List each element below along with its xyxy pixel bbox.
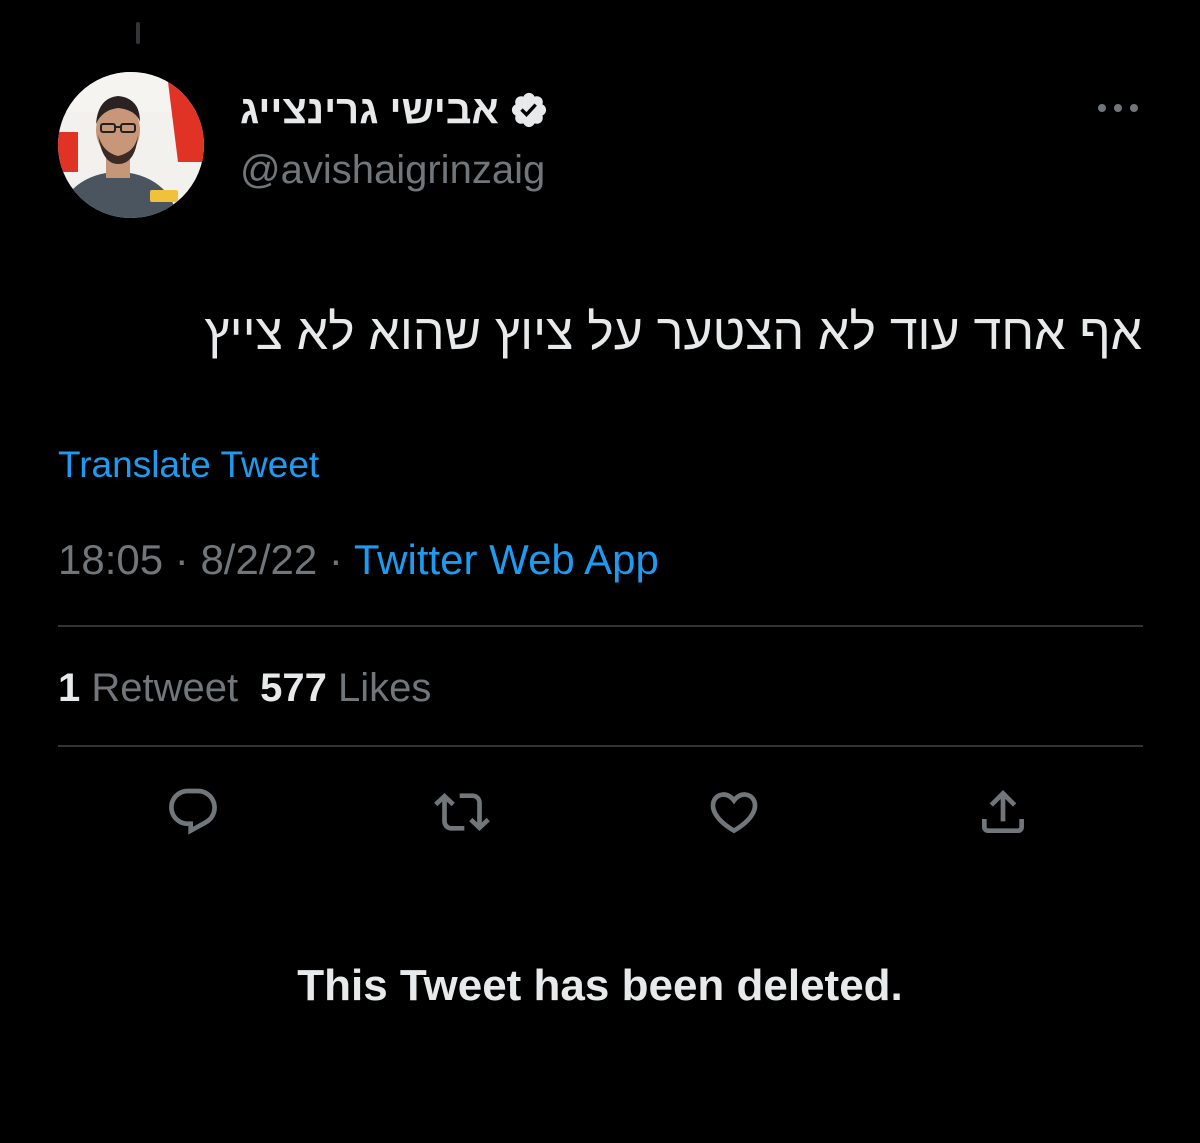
tweet-date[interactable]: 8/2/22 <box>200 536 317 583</box>
author-name-row[interactable]: אבישי גרינצייג <box>240 86 549 134</box>
likes-stat[interactable]: 577 Likes <box>260 666 431 710</box>
ellipsis-icon <box>1098 104 1138 112</box>
tweet-time[interactable]: 18:05 <box>58 536 163 583</box>
divider <box>58 745 1143 747</box>
retweet-button[interactable] <box>434 784 490 840</box>
share-button[interactable] <box>975 784 1031 840</box>
engagement-stats: 1 Retweet 577 Likes <box>58 664 431 712</box>
tweet-metadata: 18:05 · 8/2/22 · Twitter Web App <box>58 535 659 585</box>
thread-connector-line <box>136 22 140 44</box>
profile-photo <box>58 72 204 218</box>
tweet-text: אף אחד עוד לא הצטער על ציוץ שהוא לא צייץ <box>204 304 1142 360</box>
share-icon <box>982 790 1024 833</box>
translate-tweet-link[interactable]: Translate Tweet <box>58 443 319 487</box>
tweet-deleted-notice: This Tweet has been deleted. <box>297 961 903 1010</box>
retweets-stat[interactable]: 1 Retweet <box>58 666 238 710</box>
more-options-button[interactable] <box>1095 96 1141 120</box>
avatar[interactable] <box>58 72 204 218</box>
retweets-count: 1 <box>58 666 81 710</box>
heart-icon <box>710 792 758 834</box>
tweet-source-link[interactable]: Twitter Web App <box>354 536 659 583</box>
likes-count: 577 <box>260 666 327 710</box>
author-display-name[interactable]: אבישי גרינצייג <box>240 86 499 134</box>
meta-separator: · <box>174 536 189 583</box>
author-handle[interactable]: @avishaigrinzaig <box>240 146 545 194</box>
like-button[interactable] <box>706 784 762 840</box>
divider <box>58 625 1143 627</box>
retweet-icon <box>434 793 490 831</box>
retweets-label: Retweet <box>91 666 239 710</box>
reply-icon <box>169 788 217 835</box>
likes-label: Likes <box>338 666 432 710</box>
verified-badge-icon <box>511 92 546 128</box>
meta-separator: · <box>328 536 343 583</box>
reply-button[interactable] <box>165 784 221 840</box>
